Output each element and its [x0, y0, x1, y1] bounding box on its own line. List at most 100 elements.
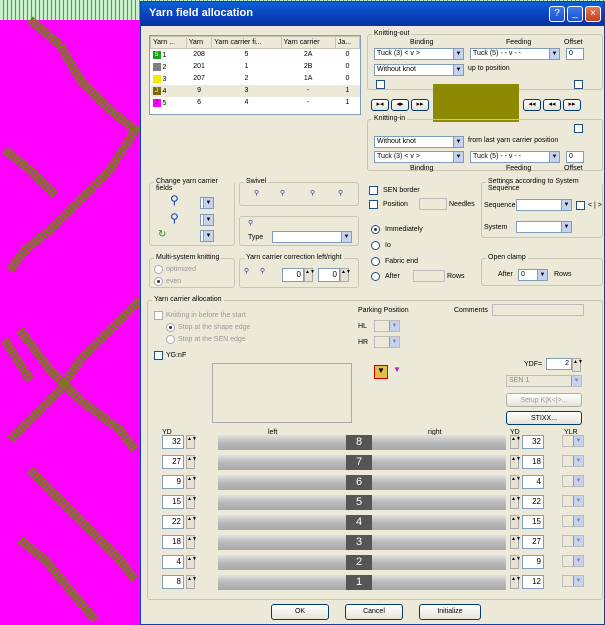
- yd-left-input[interactable]: 9: [162, 475, 184, 489]
- offset-input[interactable]: 0: [566, 48, 584, 60]
- yd-left-spin[interactable]: ▲▼: [186, 575, 197, 589]
- nav-button-4[interactable]: ◂◂: [523, 99, 541, 111]
- stop-shape-radio[interactable]: [166, 323, 175, 332]
- col-yarn[interactable]: Yarn: [185, 36, 213, 49]
- close-button[interactable]: ×: [585, 6, 601, 22]
- swivel-right-icon[interactable]: ⚲: [280, 189, 294, 203]
- yd-left-spin[interactable]: ▲▼: [186, 435, 197, 449]
- hl-select[interactable]: ▼: [374, 320, 400, 332]
- carrier-dropdown-3[interactable]: ▼: [200, 230, 214, 242]
- yd-left-input[interactable]: 18: [162, 535, 184, 549]
- right-checkbox[interactable]: [574, 80, 583, 89]
- yd-right-spin[interactable]: ▲▼: [510, 455, 521, 469]
- table-row[interactable]: J493-1: [150, 84, 360, 97]
- ylr-select[interactable]: ▼: [562, 475, 584, 487]
- type-select[interactable]: ▼: [272, 231, 352, 243]
- knitting-in-binding-select[interactable]: Tuck (3) < v > ▼: [374, 151, 464, 163]
- carrier-track[interactable]: 6: [218, 475, 506, 490]
- sequence-checkbox[interactable]: [576, 201, 585, 210]
- sequence-select[interactable]: ▼: [516, 199, 572, 211]
- minimize-button[interactable]: _: [567, 6, 583, 22]
- ok-button[interactable]: OK: [271, 604, 329, 620]
- yd-left-input[interactable]: 32: [162, 435, 184, 449]
- yd-left-spin[interactable]: ▲▼: [186, 475, 197, 489]
- yd-left-spin[interactable]: ▲▼: [186, 495, 197, 509]
- knit-before-checkbox[interactable]: [154, 311, 163, 320]
- carrier-link-icon[interactable]: ⚲: [170, 211, 184, 225]
- after-rows-input[interactable]: [413, 270, 445, 282]
- correction-left-spin[interactable]: ▲▼: [304, 268, 315, 282]
- yd-left-input[interactable]: 8: [162, 575, 184, 589]
- col-yarn-idx[interactable]: Yarn ...: [150, 36, 187, 49]
- yd-left-spin[interactable]: ▲▼: [186, 455, 197, 469]
- carrier-track[interactable]: 1: [218, 575, 506, 590]
- carrier-magenta-icon[interactable]: ▼: [390, 365, 404, 379]
- table-row[interactable]: 3 207 2 1A 0: [151, 73, 360, 85]
- help-button[interactable]: ?: [549, 6, 565, 22]
- ylr-select[interactable]: ▼: [562, 515, 584, 527]
- yd-left-input[interactable]: 22: [162, 515, 184, 529]
- knitting-in-offset-input[interactable]: 0: [566, 151, 584, 163]
- swivel-none-icon[interactable]: ⚲: [338, 189, 352, 203]
- correction-right-icon[interactable]: ⚲: [260, 267, 274, 281]
- fabric-end-radio[interactable]: [371, 257, 380, 266]
- col-carrier-field[interactable]: Yarn carrier fi...: [211, 36, 282, 49]
- nav-button-3[interactable]: ▸▸: [411, 99, 429, 111]
- immediately-radio[interactable]: [371, 225, 380, 234]
- yd-right-spin[interactable]: ▲▼: [510, 515, 521, 529]
- refresh-icon[interactable]: ↻: [158, 229, 172, 243]
- correction-right-value[interactable]: 0: [318, 268, 340, 282]
- table-row[interactable]: S 1 208 5 2A 0: [151, 49, 360, 61]
- yd-left-spin[interactable]: ▲▼: [186, 535, 197, 549]
- open-clamp-select[interactable]: 0 ▼: [518, 269, 548, 281]
- hr-select[interactable]: ▼: [374, 336, 400, 348]
- knitting-in-knot-select[interactable]: Without knot ▼: [374, 136, 464, 148]
- optimized-radio[interactable]: [154, 265, 163, 274]
- yd-right-input[interactable]: 9: [522, 555, 544, 569]
- table-row[interactable]: J564-1: [151, 97, 360, 109]
- comments-input[interactable]: [492, 304, 584, 316]
- carrier-track[interactable]: 5: [218, 495, 506, 510]
- setup-button[interactable]: Setup K|K<|>...: [506, 393, 582, 407]
- yd-right-input[interactable]: 4: [522, 475, 544, 489]
- yd-left-input[interactable]: 27: [162, 455, 184, 469]
- system-select[interactable]: ▼: [516, 221, 572, 233]
- carrier-track[interactable]: 4: [218, 515, 506, 530]
- binding-select[interactable]: Tuck (3) < v > ▼: [374, 48, 464, 60]
- correction-left-value[interactable]: 0: [282, 268, 304, 282]
- yd-right-spin[interactable]: ▲▼: [510, 535, 521, 549]
- ylr-select[interactable]: ▼: [562, 555, 584, 567]
- carrier-dropdown-1[interactable]: ▼: [200, 197, 214, 209]
- sen-select[interactable]: SEN 1 ▼: [506, 375, 582, 387]
- ydf-spin[interactable]: ▲▼: [572, 358, 583, 372]
- stixx-button[interactable]: STIXX...: [506, 411, 582, 425]
- yd-right-input[interactable]: 18: [522, 455, 544, 469]
- knot-select[interactable]: Without knot ▼: [374, 64, 464, 76]
- initialize-button[interactable]: Initialize: [419, 604, 481, 620]
- stop-sen-radio[interactable]: [166, 335, 175, 344]
- yd-left-input[interactable]: 15: [162, 495, 184, 509]
- carrier-track[interactable]: 7: [218, 455, 506, 470]
- nav-button-1[interactable]: ▸◂: [371, 99, 389, 111]
- yd-right-input[interactable]: 15: [522, 515, 544, 529]
- col-carrier[interactable]: Yarn carrier: [280, 36, 336, 49]
- cancel-button[interactable]: Cancel: [345, 604, 403, 620]
- even-radio[interactable]: [154, 277, 163, 286]
- yd-right-input[interactable]: 22: [522, 495, 544, 509]
- carrier-track[interactable]: 8: [218, 435, 506, 450]
- carrier-track[interactable]: 3: [218, 535, 506, 550]
- yd-right-spin[interactable]: ▲▼: [510, 575, 521, 589]
- yd-right-input[interactable]: 27: [522, 535, 544, 549]
- yd-left-input[interactable]: 4: [162, 555, 184, 569]
- yd-right-input[interactable]: 12: [522, 575, 544, 589]
- yd-right-spin[interactable]: ▲▼: [510, 555, 521, 569]
- yd-right-input[interactable]: 32: [522, 435, 544, 449]
- col-ja[interactable]: Ja...: [334, 36, 361, 49]
- needles-input[interactable]: [419, 198, 447, 210]
- nav-button-2[interactable]: ◂▸: [391, 99, 409, 111]
- knitting-in-feeding-select[interactable]: Tuck (5) - - v - - ▼: [470, 151, 560, 163]
- ylr-select[interactable]: ▼: [562, 495, 584, 507]
- io-radio[interactable]: [371, 241, 380, 250]
- carrier-selected-icon[interactable]: ▼: [374, 365, 388, 379]
- table-row[interactable]: 2 201 1 2B 0: [151, 61, 360, 73]
